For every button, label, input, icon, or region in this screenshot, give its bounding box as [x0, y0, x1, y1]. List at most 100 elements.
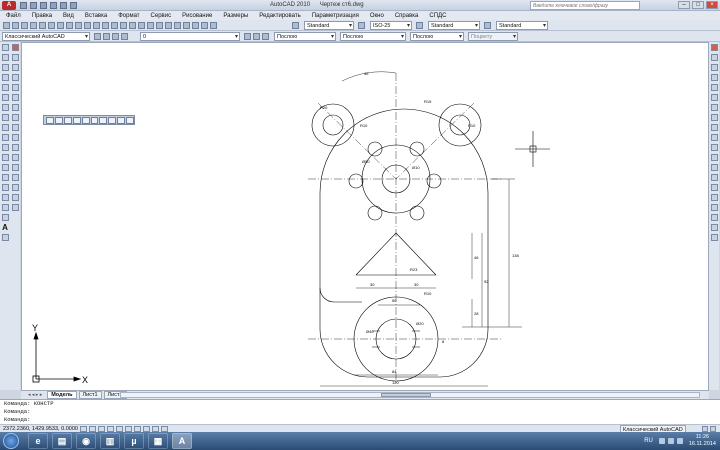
mtext-icon[interactable]: A: [2, 224, 9, 232]
fillet-icon[interactable]: [11, 184, 19, 191]
dimlinear-right-icon[interactable]: [710, 204, 718, 211]
text-style-icon[interactable]: [292, 22, 299, 29]
undo-icon[interactable]: [50, 2, 57, 9]
dim-style-icon[interactable]: [358, 22, 365, 29]
menu-insert[interactable]: Вставка: [85, 13, 107, 19]
maximize-button[interactable]: □: [692, 1, 704, 9]
erase-right-icon[interactable]: [710, 44, 718, 51]
copy-object-icon[interactable]: [11, 54, 19, 61]
trim-right-icon[interactable]: [710, 134, 718, 141]
copy-icon[interactable]: [66, 22, 73, 29]
table-style-select[interactable]: Standard: [428, 21, 480, 30]
clock[interactable]: 11:26 16.11.2014: [689, 434, 716, 448]
float-tool-1-icon[interactable]: [46, 116, 54, 124]
construction-line-icon[interactable]: [1, 54, 9, 61]
properties-icon[interactable]: [156, 22, 163, 29]
float-tool-10-icon[interactable]: [126, 116, 135, 124]
design-center-icon[interactable]: [165, 22, 172, 29]
plotstyle-select[interactable]: Поцвету: [468, 32, 518, 41]
point-icon[interactable]: [1, 174, 9, 181]
hatch-icon[interactable]: [1, 184, 9, 191]
join-icon[interactable]: [11, 164, 19, 171]
break-icon[interactable]: [11, 154, 19, 161]
dimradius-right-icon[interactable]: [710, 224, 718, 231]
qnew-icon[interactable]: [3, 22, 10, 29]
table-style-icon[interactable]: [416, 22, 423, 29]
layer-manager-icon[interactable]: [94, 33, 101, 40]
scroll-thumb[interactable]: [381, 393, 431, 397]
lock-icon[interactable]: [121, 33, 128, 40]
float-tool-7-icon[interactable]: [99, 116, 108, 124]
offset-icon[interactable]: [11, 74, 19, 81]
circle-icon[interactable]: [1, 104, 9, 111]
add-selected-icon[interactable]: [1, 234, 9, 241]
block-editor-icon[interactable]: [93, 22, 100, 29]
autocad-icon[interactable]: A: [172, 433, 192, 449]
gradient-icon[interactable]: [1, 194, 9, 201]
layer-select[interactable]: 0: [140, 32, 240, 41]
utorrent-icon[interactable]: µ: [124, 433, 144, 449]
volume-icon[interactable]: [676, 438, 683, 444]
polygon-icon[interactable]: [1, 74, 9, 81]
menu-dimension[interactable]: Размеры: [223, 13, 248, 19]
mirror-right-icon[interactable]: [710, 64, 718, 71]
save-icon[interactable]: [21, 22, 28, 29]
explorer-icon[interactable]: ▤: [52, 433, 72, 449]
mleader-style-select[interactable]: Standard: [496, 21, 548, 30]
application-menu-button[interactable]: A: [2, 1, 16, 10]
rotate-right-icon[interactable]: [710, 104, 718, 111]
scale-right-icon[interactable]: [710, 114, 718, 121]
open-icon[interactable]: [30, 2, 37, 9]
rectangle-icon[interactable]: [1, 84, 9, 91]
move-icon[interactable]: [11, 94, 19, 101]
paste-icon[interactable]: [75, 22, 82, 29]
chrome-icon[interactable]: ◉: [76, 433, 96, 449]
float-tool-4-icon[interactable]: [72, 116, 81, 124]
tool-palettes-icon[interactable]: [174, 22, 181, 29]
redo-icon[interactable]: [60, 2, 67, 9]
dim-style-select[interactable]: ISO-25: [370, 21, 412, 30]
float-tool-5-icon[interactable]: [81, 116, 90, 124]
ellipse-icon[interactable]: [1, 134, 9, 141]
sheet-set-icon[interactable]: [183, 22, 190, 29]
dimdiameter-right-icon[interactable]: [710, 234, 718, 241]
offset-right-icon[interactable]: [710, 74, 718, 81]
sun-icon[interactable]: [112, 33, 119, 40]
ellipse-arc-icon[interactable]: [1, 144, 9, 151]
lengthen-icon[interactable]: [11, 204, 19, 211]
preview-icon[interactable]: [39, 22, 46, 29]
scale-icon[interactable]: [11, 114, 19, 121]
quickcalc-icon[interactable]: [201, 22, 208, 29]
files-icon[interactable]: ▥: [100, 433, 120, 449]
menu-help[interactable]: Справка: [395, 13, 419, 19]
menu-window[interactable]: Окно: [370, 13, 384, 19]
region-icon[interactable]: [1, 204, 9, 211]
arc-icon[interactable]: [1, 94, 9, 101]
revcloud-icon[interactable]: [1, 114, 9, 121]
zoom-previous-icon[interactable]: [147, 22, 154, 29]
close-button[interactable]: ×: [706, 1, 718, 9]
command-window[interactable]: Команда: КОНСТР Команда: Команда:: [0, 399, 720, 424]
publish-icon[interactable]: [48, 22, 55, 29]
move-right-icon[interactable]: [710, 94, 718, 101]
menu-view[interactable]: Вид: [63, 13, 74, 19]
chamfer-icon[interactable]: [11, 174, 19, 181]
text-style-select[interactable]: Standard: [304, 21, 354, 30]
mirror-icon[interactable]: [11, 64, 19, 71]
copy-right-icon[interactable]: [710, 54, 718, 61]
tab-nav-arrows[interactable]: ◂ ◂ ▸ ▸: [25, 392, 45, 398]
rotate-icon[interactable]: [11, 104, 19, 111]
float-tool-2-icon[interactable]: [54, 116, 63, 124]
markup-icon[interactable]: [192, 22, 199, 29]
extend-icon[interactable]: [11, 144, 19, 151]
float-tool-6-icon[interactable]: [90, 116, 99, 124]
float-tool-8-icon[interactable]: [108, 116, 117, 124]
network-icon[interactable]: [667, 438, 674, 444]
menu-tools[interactable]: Сервис: [151, 13, 172, 19]
fillet-right-icon[interactable]: [710, 184, 718, 191]
spline-icon[interactable]: [1, 124, 9, 131]
layer-state-icon[interactable]: [262, 33, 269, 40]
extend-right-icon[interactable]: [710, 144, 718, 151]
float-tool-9-icon[interactable]: [117, 116, 126, 124]
array-right-icon[interactable]: [710, 84, 718, 91]
